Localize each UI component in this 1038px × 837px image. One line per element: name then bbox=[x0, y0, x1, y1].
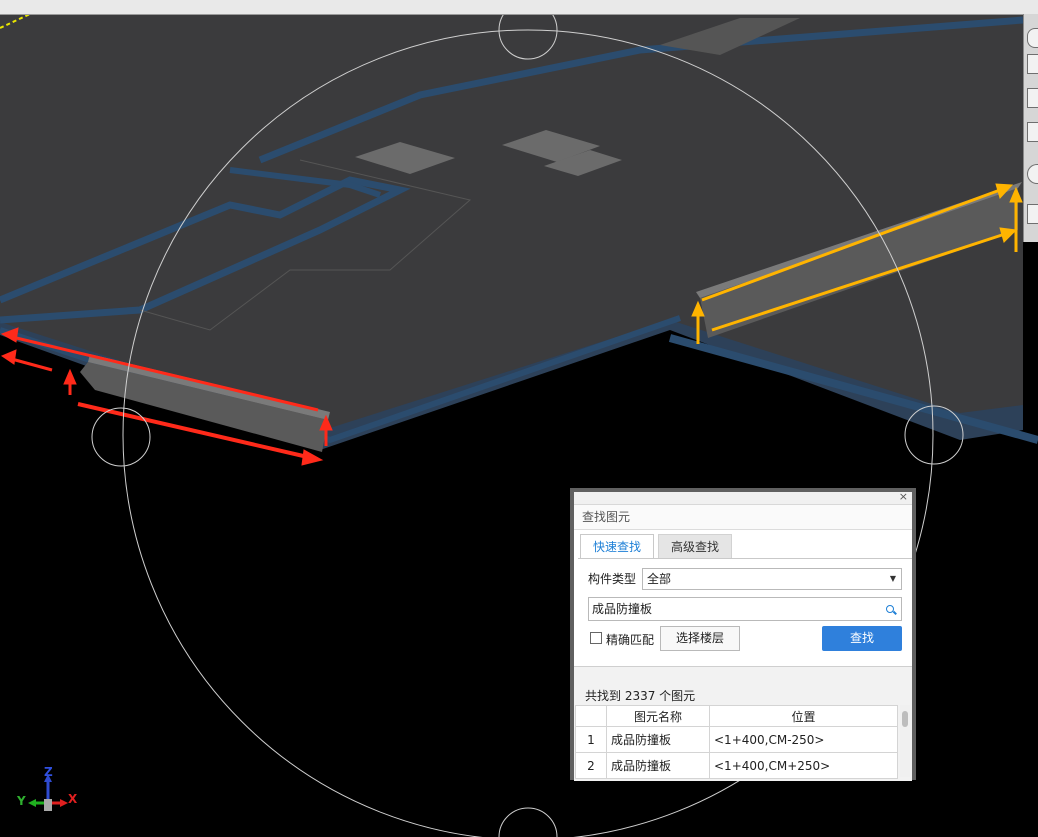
row-position: <1+400,CM-250> bbox=[709, 726, 898, 753]
row-position: <1+400,CM+250> bbox=[709, 752, 898, 779]
table-row[interactable]: 2 成品防撞板 <1+400,CM+250> bbox=[575, 752, 898, 779]
axis-label-y: Y bbox=[17, 794, 26, 808]
dialog-title: 查找图元 bbox=[574, 505, 912, 530]
row-index: 1 bbox=[575, 726, 607, 753]
result-count: 共找到 2337 个图元 bbox=[585, 689, 696, 703]
zoom-window-icon[interactable] bbox=[1027, 88, 1038, 108]
find-button[interactable]: 查找 bbox=[822, 626, 902, 651]
top-toolbar-strip bbox=[0, 0, 1038, 15]
column-header-position[interactable]: 位置 bbox=[709, 705, 898, 727]
search-input[interactable]: 成品防撞板 bbox=[588, 597, 902, 621]
tab-quick-find[interactable]: 快速查找 bbox=[580, 534, 654, 559]
results-table: 图元名称 位置 1 成品防撞板 <1+400,CM-250> 2 成品防撞板 <… bbox=[575, 705, 898, 779]
quick-find-panel: 构件类型 全部 ▼ 成品防撞板 精确匹配 选择楼层 查找 bbox=[578, 558, 912, 667]
tab-advanced-find[interactable]: 高级查找 bbox=[658, 534, 732, 559]
exact-match-checkbox[interactable] bbox=[590, 632, 602, 644]
view-toolbar bbox=[1023, 14, 1038, 242]
exact-match-label[interactable]: 精确匹配 bbox=[606, 631, 654, 648]
column-header-name[interactable]: 图元名称 bbox=[606, 705, 710, 727]
component-type-label: 构件类型 bbox=[588, 572, 637, 586]
axis-label-z: Z bbox=[44, 765, 53, 779]
view-cube-icon[interactable] bbox=[1027, 28, 1038, 48]
table-header-row: 图元名称 位置 bbox=[575, 705, 898, 727]
scrollbar-thumb[interactable] bbox=[902, 711, 908, 727]
find-elements-dialog: × 查找图元 快速查找 高级查找 构件类型 全部 ▼ 成品防撞板 精确匹配 选择… bbox=[570, 488, 916, 781]
view-box-icon[interactable] bbox=[1027, 122, 1038, 142]
row-element-name: 成品防撞板 bbox=[606, 726, 710, 753]
results-area: 共找到 2337 个图元 图元名称 位置 1 成品防撞板 <1+400,CM-2… bbox=[574, 666, 912, 781]
select-floor-button[interactable]: 选择楼层 bbox=[660, 626, 740, 651]
dropdown-arrow-icon: ▼ bbox=[889, 574, 896, 583]
orbit-icon[interactable] bbox=[1027, 164, 1038, 184]
pan-icon[interactable] bbox=[1027, 54, 1038, 74]
axis-label-x: X bbox=[68, 792, 78, 806]
component-type-select[interactable]: 全部 ▼ bbox=[642, 568, 902, 590]
row-element-name: 成品防撞板 bbox=[606, 752, 710, 779]
search-input-value: 成品防撞板 bbox=[592, 602, 653, 616]
row-index: 2 bbox=[575, 752, 607, 779]
search-icon[interactable] bbox=[886, 605, 894, 613]
results-scrollbar[interactable] bbox=[900, 705, 910, 777]
close-icon[interactable]: × bbox=[899, 490, 908, 503]
component-type-value: 全部 bbox=[647, 572, 672, 586]
dialog-handle[interactable]: × bbox=[574, 490, 912, 505]
table-row[interactable]: 1 成品防撞板 <1+400,CM-250> bbox=[575, 726, 898, 753]
properties-icon[interactable] bbox=[1027, 204, 1038, 224]
column-header-index bbox=[575, 705, 607, 727]
